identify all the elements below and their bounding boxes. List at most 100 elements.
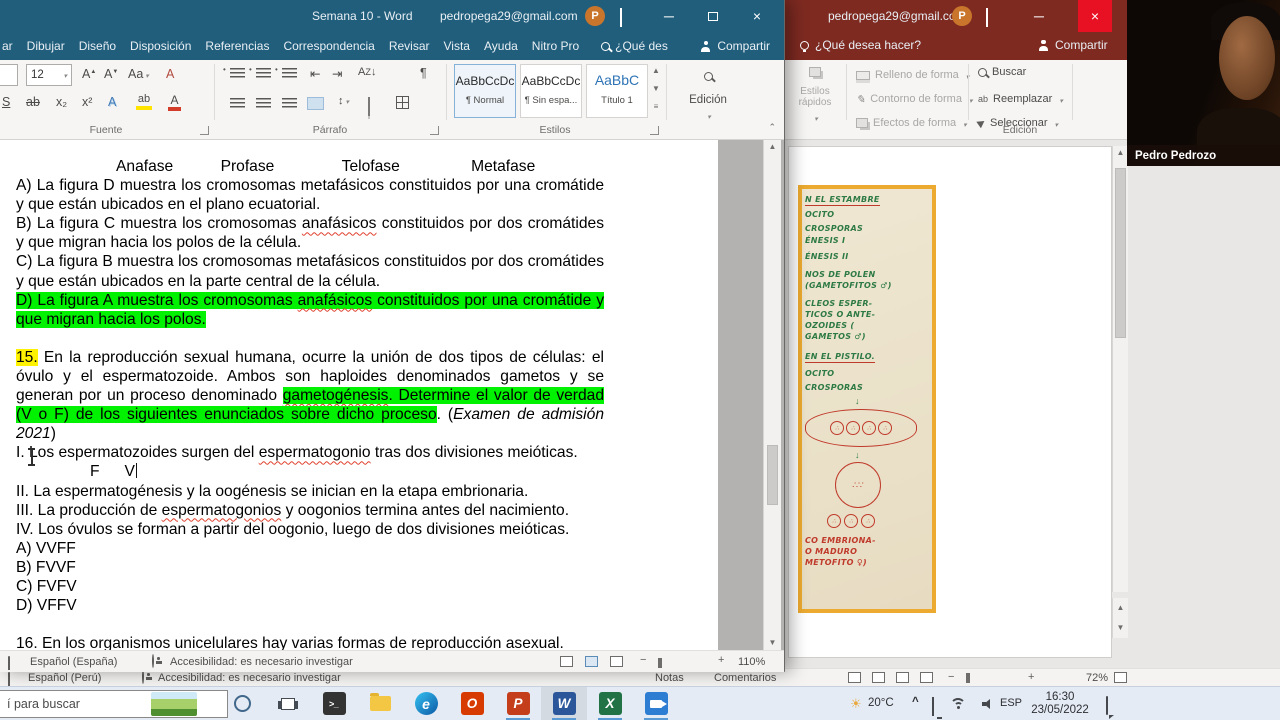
- align-left-button[interactable]: [230, 98, 245, 109]
- font-name-combobox-partial[interactable]: [0, 64, 18, 86]
- text-effects-button[interactable]: A: [108, 95, 116, 109]
- multilevel-list-button[interactable]: [275, 65, 297, 79]
- doc-statement-1[interactable]: I. Los espermatozoides surgen del esperm…: [16, 443, 604, 462]
- subscript-button[interactable]: x₂: [56, 95, 67, 109]
- shading-button[interactable]: [368, 97, 370, 116]
- styles-scroll-down-icon[interactable]: ▼: [650, 82, 662, 96]
- cortana-button[interactable]: [219, 687, 265, 720]
- tab-correspondencia[interactable]: Correspondencia: [283, 39, 374, 53]
- word-vertical-scrollbar[interactable]: ▲ ▼: [763, 140, 781, 650]
- paragraph-dialog-launcher[interactable]: [430, 126, 439, 135]
- ppt-notes-button[interactable]: Notas: [655, 672, 684, 684]
- clock[interactable]: 16:30 23/05/2022: [1026, 691, 1094, 717]
- ppt-accessibility-status[interactable]: Accesibilidad: es necesario investigar: [158, 672, 341, 684]
- doc-option-a[interactable]: A) VVFF: [16, 539, 604, 558]
- weather-temperature[interactable]: 20°C: [868, 697, 894, 709]
- word-minimize-button[interactable]: ─: [652, 0, 686, 32]
- tab-nitro-pro[interactable]: Nitro Pro: [532, 39, 579, 53]
- justify-button[interactable]: [307, 97, 324, 110]
- doc-option-d[interactable]: D) VFFV: [16, 596, 604, 615]
- tab-dibujar[interactable]: Dibujar: [27, 39, 65, 53]
- word-share-button[interactable]: Compartir: [700, 39, 770, 53]
- font-size-combobox[interactable]: 12: [26, 64, 72, 86]
- ppt-slide[interactable]: N EL ESTAMBRE OCITO CROSPORAS ÉNESIS I É…: [788, 146, 1112, 658]
- tray-expand-chevron[interactable]: ^: [912, 696, 919, 708]
- ppt-share-button[interactable]: Compartir: [1038, 38, 1108, 52]
- line-spacing-button[interactable]: ↕: [338, 95, 349, 107]
- shrink-font-button[interactable]: A▼: [104, 67, 118, 81]
- highlight-color-button[interactable]: ab: [136, 93, 152, 110]
- read-mode-icon[interactable]: [560, 656, 573, 667]
- reading-view-icon[interactable]: [896, 672, 909, 683]
- strikethrough-button[interactable]: ab: [26, 95, 40, 109]
- word-zoom-out-button[interactable]: −: [640, 654, 646, 666]
- ppt-language-status[interactable]: Español (Perú): [28, 672, 101, 684]
- increase-indent-button[interactable]: ⇥: [332, 66, 342, 81]
- word-accessibility-status[interactable]: Accesibilidad: es necesario investigar: [170, 656, 353, 668]
- ppt-zoom-out-button[interactable]: −: [948, 671, 954, 683]
- ppt-zoom-in-button[interactable]: +: [1028, 671, 1034, 683]
- office-button[interactable]: O: [449, 687, 495, 720]
- video-call-app-button[interactable]: [633, 687, 679, 720]
- font-dialog-launcher[interactable]: [200, 126, 209, 135]
- ppt-account-avatar[interactable]: P: [952, 6, 972, 26]
- word-zoom-level[interactable]: 110%: [738, 656, 765, 668]
- clear-formatting-button[interactable]: A: [166, 67, 174, 81]
- ppt-minimize-button[interactable]: ─: [1022, 0, 1056, 32]
- bullets-button[interactable]: [223, 65, 245, 79]
- display-tray-icon[interactable]: [932, 697, 934, 716]
- scroll-down-icon[interactable]: ▼: [764, 636, 781, 650]
- font-color-button[interactable]: A: [168, 93, 181, 111]
- tab-revisar[interactable]: Revisar: [389, 39, 430, 53]
- styles-scroll-up-icon[interactable]: ▲: [650, 64, 662, 78]
- scroll-up-icon[interactable]: ▲: [1113, 146, 1128, 160]
- doc-question-15[interactable]: 15. En la reproducción sexual humana, oc…: [16, 348, 604, 443]
- taskbar-search-box[interactable]: í para buscar: [0, 690, 228, 718]
- doc-statement-3[interactable]: III. La producción de espermatogonios y …: [16, 501, 604, 520]
- editing-group-button[interactable]: Edición: [676, 68, 740, 124]
- language-indicator[interactable]: ESP: [1000, 697, 1022, 709]
- change-case-button[interactable]: Aa: [128, 67, 149, 81]
- doc-paragraph-b[interactable]: B) La figura C muestra los cromosomas an…: [16, 214, 604, 252]
- decrease-indent-button[interactable]: ⇤: [310, 66, 320, 81]
- tab-insertar-partial[interactable]: ar: [2, 39, 13, 53]
- slide-sorter-view-icon[interactable]: [872, 672, 885, 683]
- ppt-shape-effects-button[interactable]: Efectos de forma: [856, 114, 967, 132]
- tab-diseno[interactable]: Diseño: [79, 39, 116, 53]
- proofing-icon[interactable]: [8, 672, 10, 686]
- numbering-button[interactable]: [249, 65, 271, 79]
- doc-paragraph-c[interactable]: C) La figura B muestra los cromosomas me…: [16, 252, 604, 290]
- grow-font-button[interactable]: A▲: [82, 67, 96, 81]
- ppt-shape-fill-button[interactable]: Relleno de forma: [856, 66, 969, 84]
- word-scrollbar-thumb[interactable]: [767, 445, 778, 505]
- sort-button[interactable]: AZ↓: [358, 66, 376, 78]
- weather-sun-icon[interactable]: ☀: [850, 696, 862, 712]
- align-center-button[interactable]: [256, 98, 271, 109]
- search-highlight-thumbnail[interactable]: [151, 692, 197, 716]
- slide-photo-handwritten-notes[interactable]: N EL ESTAMBRE OCITO CROSPORAS ÉNESIS I É…: [798, 185, 936, 613]
- style-normal[interactable]: AaBbCcDc ¶ Normal: [454, 64, 516, 118]
- word-button[interactable]: W: [541, 687, 587, 720]
- superscript-button[interactable]: x²: [82, 95, 92, 109]
- word-close-button[interactable]: ×: [740, 0, 774, 32]
- ppt-close-button[interactable]: ×: [1078, 0, 1112, 32]
- align-right-button[interactable]: [282, 98, 297, 109]
- terminal-app-button[interactable]: >_: [311, 687, 357, 720]
- web-layout-icon[interactable]: [610, 656, 623, 667]
- webcam-overlay[interactable]: Pedro Pedrozo: [1127, 0, 1280, 166]
- normal-view-icon[interactable]: [848, 672, 861, 683]
- ppt-tellme-box[interactable]: ¿Qué desea hacer?: [800, 38, 921, 52]
- show-marks-button[interactable]: ¶: [420, 66, 427, 80]
- word-zoom-in-button[interactable]: +: [718, 654, 724, 666]
- doc-paragraph-d[interactable]: D) La figura A muestra los cromosomas an…: [16, 291, 604, 329]
- ppt-ribbon-options-icon[interactable]: [986, 8, 988, 27]
- tab-vista[interactable]: Vista: [444, 39, 470, 53]
- tab-referencias[interactable]: Referencias: [205, 39, 269, 53]
- proofing-icon[interactable]: [8, 656, 10, 670]
- word-titlebar[interactable]: Semana 10 - Word pedropega29@gmail.com P…: [0, 0, 784, 32]
- ppt-scrollbar-thumb[interactable]: [1115, 168, 1126, 338]
- styles-dialog-launcher[interactable]: [650, 126, 659, 135]
- excel-button[interactable]: X: [587, 687, 633, 720]
- doc-answer-line[interactable]: FV: [16, 462, 604, 481]
- print-layout-icon[interactable]: [585, 656, 598, 667]
